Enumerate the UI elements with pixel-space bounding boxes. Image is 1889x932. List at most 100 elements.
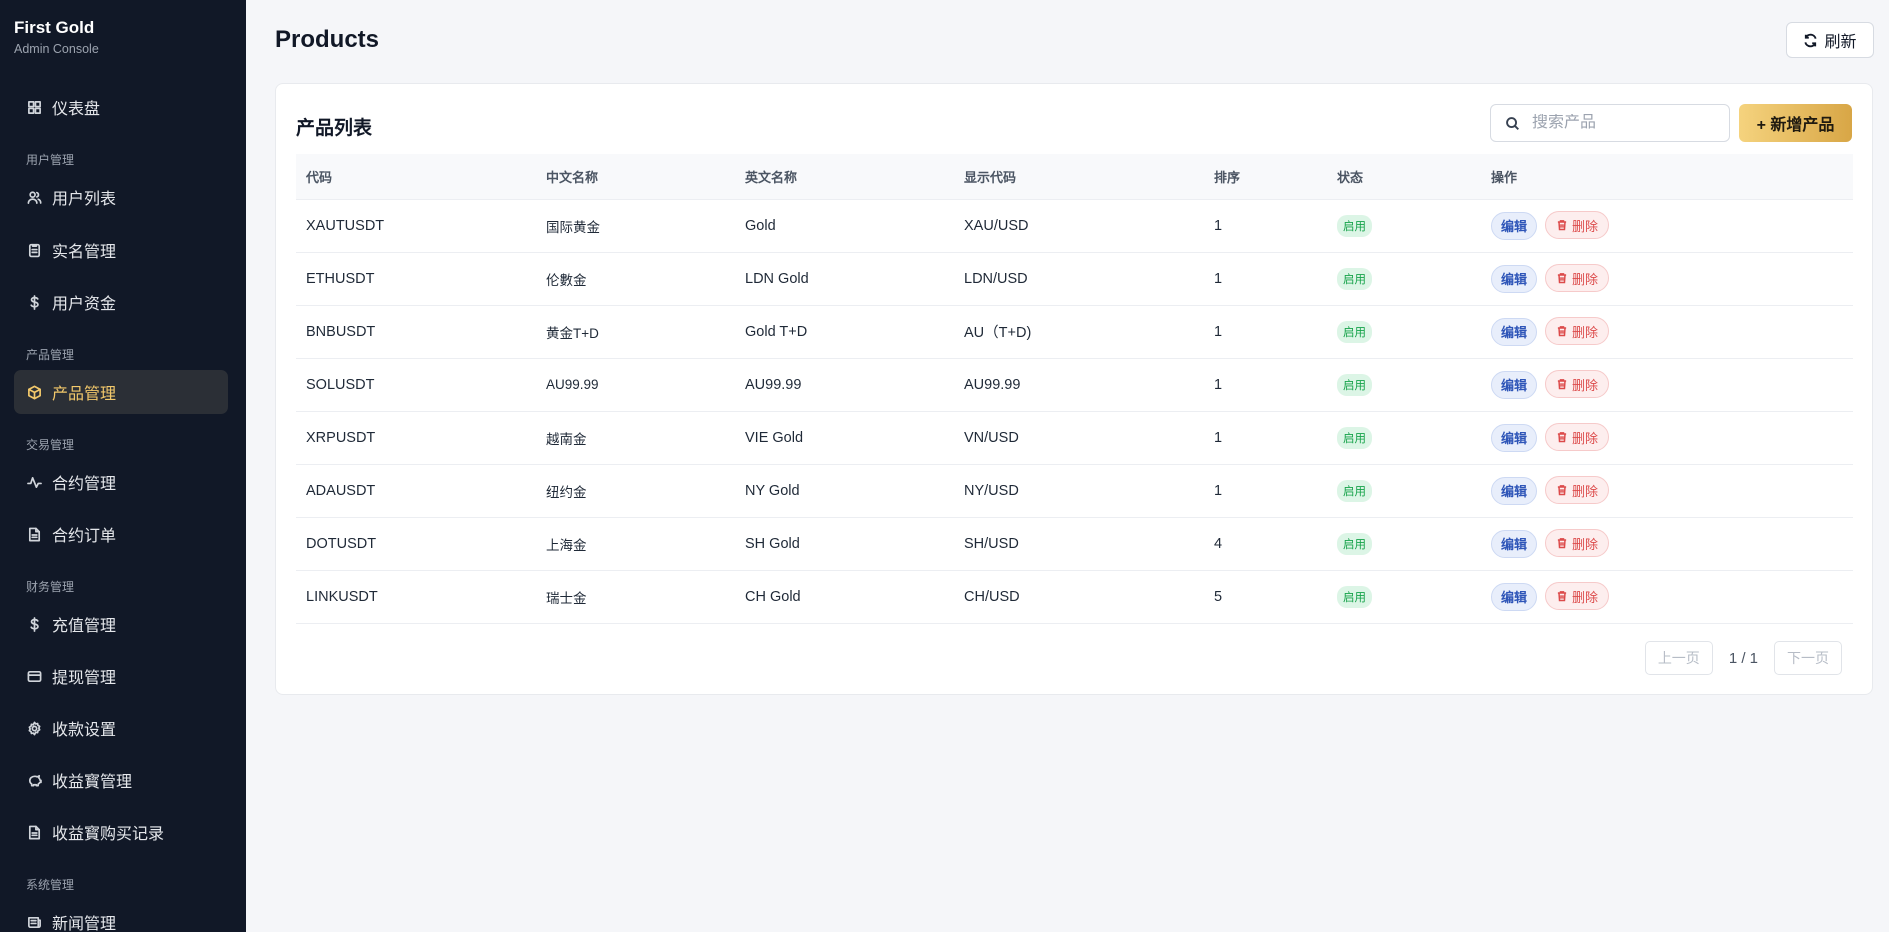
id-card-icon [26,242,42,258]
table-row: ADAUSDT 纽约金 NY Gold NY/USD 1 启用 编辑 删除 [296,464,1853,518]
search-box[interactable] [1490,104,1730,142]
sidebar-item-label: 充值管理 [52,618,117,635]
news-icon [26,914,42,930]
trash-icon [1557,432,1567,443]
table-row: DOTUSDT 上海金 SH Gold SH/USD 4 启用 编辑 删除 [296,517,1853,571]
sidebar: First Gold Admin Console 仪表盘 用户管理 用户列表 实… [0,0,246,932]
cell-actions: 编辑 删除 [1481,411,1853,465]
cell-display-code: LDN/USD [954,252,1204,306]
cell-cn-name: 纽约金 [536,464,735,518]
sidebar-item-kyc[interactable]: 实名管理 [14,228,228,272]
cell-code: ADAUSDT [296,464,536,518]
delete-button[interactable]: 删除 [1545,370,1610,399]
delete-button[interactable]: 删除 [1545,476,1610,505]
table-row: XRPUSDT 越南金 VIE Gold VN/USD 1 启用 编辑 删除 [296,411,1853,465]
delete-button[interactable]: 删除 [1545,317,1610,346]
sidebar-item-payment-settings[interactable]: 收款设置 [14,706,228,750]
edit-button[interactable]: 编辑 [1491,423,1538,452]
column-header-status: 状态 [1327,154,1481,200]
sidebar-item-label: 收益寳购买记录 [52,826,165,843]
nav-group-products: 产品管理 [26,348,75,362]
cell-code: SOLUSDT [296,358,536,412]
brand-subtitle: Admin Console [14,42,99,56]
sidebar-item-label: 收益寳管理 [52,774,133,791]
status-badge: 启用 [1337,479,1372,502]
search-icon [1506,116,1519,130]
delete-label: 删除 [1572,218,1599,234]
refresh-label: 刷新 [1824,34,1857,51]
table-row: BNBUSDT 黄金T+D Gold T+D AU（T+D) 1 启用 编辑 删除 [296,305,1853,359]
nav-group-finance: 财务管理 [26,580,75,594]
sidebar-item-deposits[interactable]: 充值管理 [14,602,228,646]
table-row: XAUTUSDT 国际黄金 Gold XAU/USD 1 启用 编辑 删除 [296,199,1853,253]
cell-code: BNBUSDT [296,305,536,359]
cell-cn-name: 伦數金 [536,252,735,306]
delete-button[interactable]: 删除 [1545,582,1610,611]
trash-icon [1557,273,1567,284]
delete-label: 删除 [1572,536,1599,552]
delete-label: 删除 [1572,377,1599,393]
delete-button[interactable]: 删除 [1545,423,1610,452]
next-page-button[interactable]: 下一页 [1774,641,1842,675]
cell-cn-name: AU99.99 [536,358,735,412]
delete-button[interactable]: 删除 [1545,529,1610,558]
search-input[interactable] [1532,114,1712,132]
status-badge: 启用 [1337,320,1372,343]
edit-button[interactable]: 编辑 [1491,370,1538,399]
sidebar-item-news[interactable]: 新闻管理 [14,900,228,932]
cell-status: 启用 [1327,570,1481,624]
prev-page-button[interactable]: 上一页 [1644,641,1713,675]
cell-cn-name: 越南金 [536,411,735,465]
edit-button[interactable]: 编辑 [1491,264,1538,293]
products-card: 产品列表 + 新增产品 代码 中文名称 英文名称 显示代码 排序 状态 操作 X… [275,83,1873,695]
sidebar-item-withdrawals[interactable]: 提现管理 [14,654,228,698]
cell-actions: 编辑 删除 [1481,570,1853,624]
sidebar-item-earnings[interactable]: 收益寳管理 [14,758,228,802]
delete-label: 删除 [1572,324,1599,340]
edit-button[interactable]: 编辑 [1491,529,1538,558]
add-product-button[interactable]: + 新增产品 [1739,104,1852,142]
cell-cn-name: 瑞士金 [536,570,735,624]
cell-status: 启用 [1327,358,1481,412]
trash-icon [1557,220,1567,231]
brand-title: First Gold [14,18,95,37]
sidebar-item-label: 收款设置 [52,722,117,739]
cell-cn-name: 上海金 [536,517,735,571]
cell-status: 启用 [1327,252,1481,306]
edit-button[interactable]: 编辑 [1491,211,1538,240]
cell-en-name: CH Gold [735,570,954,624]
cell-display-code: XAU/USD [954,199,1204,253]
delete-button[interactable]: 删除 [1545,211,1610,240]
edit-button[interactable]: 编辑 [1491,476,1538,505]
cell-actions: 编辑 删除 [1481,517,1853,571]
refresh-button[interactable]: 刷新 [1786,22,1874,58]
cell-en-name: Gold T+D [735,305,954,359]
status-badge: 启用 [1337,267,1372,290]
edit-button[interactable]: 编辑 [1491,582,1538,611]
box-icon [26,384,42,400]
delete-button[interactable]: 删除 [1545,264,1610,293]
sidebar-item-contract-orders[interactable]: 合约订单 [14,512,228,556]
cell-display-code: NY/USD [954,464,1204,518]
cell-sort: 4 [1204,517,1327,571]
sidebar-item-label: 合约订单 [52,528,117,545]
edit-button[interactable]: 编辑 [1491,317,1538,346]
cell-code: DOTUSDT [296,517,536,571]
table-row: ETHUSDT 伦數金 LDN Gold LDN/USD 1 启用 编辑 删除 [296,252,1853,306]
sidebar-item-user-list[interactable]: 用户列表 [14,175,228,219]
nav-group-users: 用户管理 [26,153,75,167]
cell-actions: 编辑 删除 [1481,305,1853,359]
card-title: 产品列表 [296,118,373,139]
sidebar-item-contracts[interactable]: 合约管理 [14,460,228,504]
sidebar-item-earnings-records[interactable]: 收益寳购买记录 [14,810,228,854]
trash-icon [1557,379,1567,390]
delete-label: 删除 [1572,589,1599,605]
file-icon [26,824,42,840]
cell-display-code: CH/USD [954,570,1204,624]
sidebar-item-products[interactable]: 产品管理 [14,370,228,414]
status-badge: 启用 [1337,214,1372,237]
sidebar-item-user-funds[interactable]: 用户资金 [14,280,228,324]
trash-icon [1557,538,1567,549]
sidebar-item-dashboard[interactable]: 仪表盘 [14,85,228,129]
file-icon [26,526,42,542]
